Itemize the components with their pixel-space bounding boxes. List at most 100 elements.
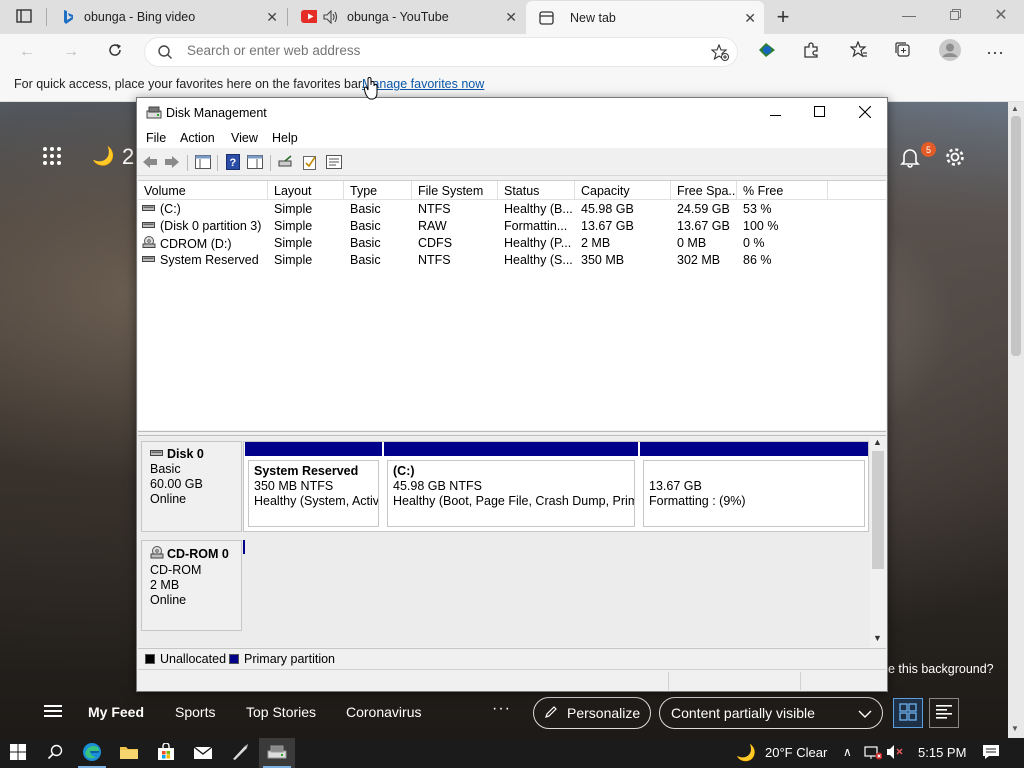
tab-bing-video[interactable]: obunga - Bing video ✕ bbox=[48, 0, 286, 33]
network-icon[interactable] bbox=[864, 744, 883, 763]
notification-center-icon[interactable] bbox=[982, 744, 1000, 763]
scroll-down-icon[interactable]: ▼ bbox=[873, 633, 882, 643]
scrollbar-thumb[interactable] bbox=[1011, 116, 1021, 356]
tab-actions-button[interactable] bbox=[10, 4, 38, 30]
extensions-button[interactable] bbox=[796, 38, 826, 66]
tab-new-tab[interactable]: New tab ✕ bbox=[526, 1, 764, 34]
close-icon[interactable]: ✕ bbox=[505, 9, 517, 26]
close-icon[interactable]: ✕ bbox=[744, 10, 756, 27]
taskbar-file-explorer[interactable] bbox=[111, 738, 147, 768]
scrollbar-thumb[interactable] bbox=[872, 451, 884, 569]
column-header-type[interactable]: Type bbox=[344, 181, 412, 200]
hamburger-menu-icon[interactable] bbox=[44, 704, 62, 721]
close-icon[interactable]: ✕ bbox=[266, 9, 278, 26]
new-tab-button[interactable]: + bbox=[769, 4, 797, 30]
address-input[interactable] bbox=[187, 43, 687, 58]
partition-name bbox=[649, 464, 864, 479]
forward-button[interactable]: → bbox=[56, 38, 86, 66]
cd-icon bbox=[142, 236, 156, 251]
show-hide-console-tree-button[interactable] bbox=[193, 154, 213, 172]
back-button[interactable]: ← bbox=[12, 38, 42, 66]
graphical-view-scrollbar[interactable]: ▲ ▼ bbox=[870, 437, 886, 647]
column-header-volume[interactable]: Volume bbox=[138, 181, 268, 200]
menu-file[interactable]: File bbox=[146, 131, 166, 145]
list-layout-button[interactable] bbox=[929, 698, 959, 728]
start-button[interactable] bbox=[0, 738, 36, 768]
show-hide-action-pane-button[interactable] bbox=[245, 154, 265, 172]
partition-c[interactable]: (C:) 45.98 GB NTFS Healthy (Boot, Page F… bbox=[384, 442, 638, 529]
taskbar-store[interactable] bbox=[148, 738, 184, 768]
column-header-free-space[interactable]: Free Spa... bbox=[671, 181, 737, 200]
extension-globe-button[interactable] bbox=[752, 38, 782, 66]
column-header-status[interactable]: Status bbox=[498, 181, 575, 200]
feed-tab-top-stories[interactable]: Top Stories bbox=[246, 704, 316, 720]
content-visibility-dropdown[interactable]: Content partially visible bbox=[659, 697, 883, 729]
help-button[interactable]: ? bbox=[223, 153, 243, 172]
volume-row[interactable]: CDROM (D:) Simple Basic CDFS Healthy (P.… bbox=[138, 235, 886, 252]
refresh-button[interactable] bbox=[100, 38, 130, 66]
minimize-button[interactable] bbox=[752, 98, 798, 128]
forward-button[interactable] bbox=[162, 154, 182, 172]
pane-splitter[interactable] bbox=[138, 431, 886, 436]
properties-button[interactable] bbox=[300, 154, 320, 172]
cdrom-0-label[interactable]: CD-ROM 0 CD-ROM 2 MB Online bbox=[141, 540, 242, 631]
collections-button[interactable] bbox=[888, 38, 918, 66]
partition-system-reserved[interactable]: System Reserved 350 MB NTFS Healthy (Sys… bbox=[245, 442, 382, 529]
taskbar-disk-management[interactable] bbox=[259, 738, 295, 768]
scroll-down-icon[interactable]: ▼ bbox=[1011, 724, 1019, 733]
scroll-up-icon[interactable]: ▲ bbox=[873, 437, 882, 447]
add-favorite-icon[interactable] bbox=[710, 43, 729, 65]
arrow-right-icon: → bbox=[63, 43, 79, 60]
menu-help[interactable]: Help bbox=[272, 131, 298, 145]
feed-tab-coronavirus[interactable]: Coronavirus bbox=[346, 704, 421, 720]
search-button[interactable] bbox=[37, 738, 73, 768]
menu-view[interactable]: View bbox=[231, 131, 258, 145]
column-header-layout[interactable]: Layout bbox=[268, 181, 344, 200]
grid-layout-button[interactable] bbox=[893, 698, 923, 728]
tab-youtube[interactable]: obunga - YouTube ✕ bbox=[289, 0, 525, 33]
address-bar[interactable] bbox=[144, 37, 738, 67]
connect-virtual-disk-button[interactable] bbox=[276, 154, 296, 172]
weather-widget[interactable]: 🌙 2 bbox=[92, 144, 134, 169]
menu-action[interactable]: Action bbox=[180, 131, 215, 145]
minimize-button[interactable]: — bbox=[886, 0, 932, 30]
tray-weather[interactable]: 20°F Clear bbox=[765, 745, 827, 760]
personalize-button[interactable]: Personalize bbox=[533, 697, 651, 729]
volume-muted-icon[interactable] bbox=[886, 744, 904, 763]
close-window-button[interactable] bbox=[842, 98, 888, 128]
column-header-file-system[interactable]: File System bbox=[412, 181, 498, 200]
close-window-button[interactable]: ✕ bbox=[978, 0, 1024, 30]
feed-tab-sports[interactable]: Sports bbox=[175, 704, 215, 720]
feed-more-button[interactable]: ··· bbox=[492, 700, 511, 718]
volume-row[interactable]: (Disk 0 partition 3) Simple Basic RAW Fo… bbox=[138, 218, 886, 235]
column-header-percent-free[interactable]: % Free bbox=[737, 181, 828, 200]
settings-more-button[interactable]: ··· bbox=[980, 38, 1010, 66]
partition-formatting[interactable]: 13.67 GB Formatting : (9%) bbox=[640, 442, 868, 529]
scroll-up-icon[interactable]: ▲ bbox=[1011, 104, 1019, 113]
list-properties-button[interactable] bbox=[324, 154, 344, 172]
taskbar-edge[interactable] bbox=[74, 738, 110, 768]
page-scrollbar[interactable]: ▲ ▼ bbox=[1008, 102, 1024, 738]
column-header-capacity[interactable]: Capacity bbox=[575, 181, 671, 200]
taskbar-pinned-app[interactable] bbox=[222, 738, 258, 768]
window-title: Disk Management bbox=[166, 106, 267, 120]
maximize-button[interactable] bbox=[796, 98, 842, 128]
speaker-icon[interactable] bbox=[323, 9, 339, 25]
taskbar-mail[interactable] bbox=[185, 738, 221, 768]
app-launcher-icon[interactable] bbox=[42, 146, 62, 169]
disk-0-label[interactable]: Disk 0 Basic 60.00 GB Online bbox=[141, 441, 242, 532]
restore-button[interactable] bbox=[932, 0, 978, 30]
profile-button[interactable] bbox=[935, 38, 965, 66]
volume-row[interactable]: (C:) Simple Basic NTFS Healthy (B... 45.… bbox=[138, 201, 886, 218]
volume-row[interactable]: System Reserved Simple Basic NTFS Health… bbox=[138, 252, 886, 269]
notifications-bell-icon[interactable] bbox=[900, 146, 920, 171]
tray-clock[interactable]: 5:15 PM bbox=[918, 745, 966, 760]
window-title-bar[interactable]: Disk Management bbox=[137, 98, 887, 128]
background-info-link[interactable]: e this background? bbox=[888, 662, 994, 676]
chevron-up-icon[interactable]: ∧ bbox=[843, 745, 852, 759]
back-button[interactable] bbox=[140, 154, 160, 172]
page-settings-gear-icon[interactable] bbox=[944, 146, 966, 171]
favorites-button[interactable] bbox=[844, 38, 874, 66]
type-cell: Basic bbox=[350, 236, 381, 250]
feed-tab-my-feed[interactable]: My Feed bbox=[88, 704, 144, 720]
